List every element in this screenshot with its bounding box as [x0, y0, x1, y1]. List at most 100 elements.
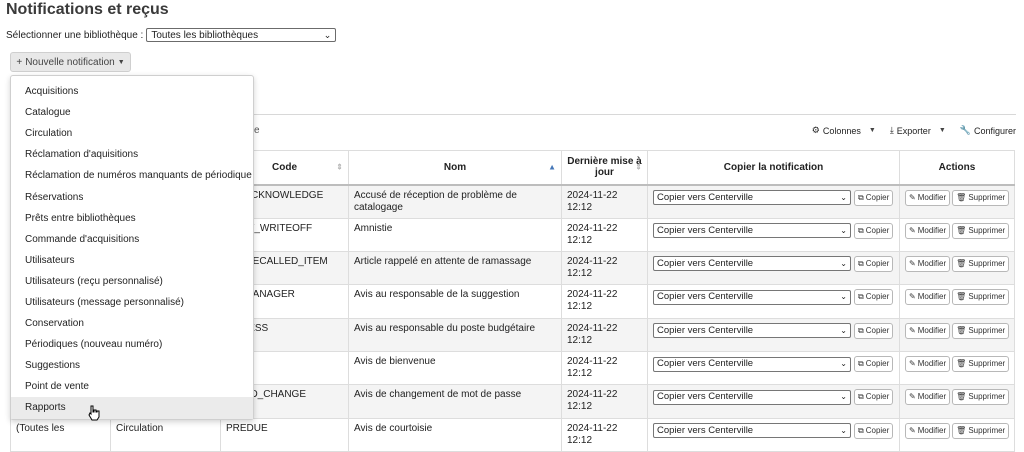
header-name-label: Nom — [443, 161, 467, 173]
delete-button[interactable]: 🗑 Supprimer — [952, 422, 1010, 439]
menu-item[interactable]: Conservation — [11, 313, 253, 334]
delete-button[interactable]: 🗑 Supprimer — [952, 255, 1010, 272]
delete-button-label: Supprimer — [968, 292, 1006, 302]
header-copy-label: Copier la notification — [723, 161, 824, 173]
export-button[interactable]: ⤓ Exporter ▼ — [890, 125, 946, 136]
cell-actions: ✎ Modifier 🗑 Supprimer — [899, 317, 1015, 353]
columns-button[interactable]: ⚙ Colonnes ▼ — [812, 125, 876, 136]
copy-target-value: Copier vers Centerville — [657, 391, 754, 403]
menu-item[interactable]: Réservations — [11, 186, 253, 207]
pencil-icon: ✎ — [909, 292, 916, 302]
copy-icon: ⧉ — [858, 392, 864, 402]
edit-button[interactable]: ✎ Modifier — [905, 255, 951, 272]
chevron-down-icon: ⌄ — [840, 192, 847, 202]
menu-item[interactable]: Point de vente — [11, 376, 253, 397]
copy-target-select[interactable]: Copier vers Centerville ⌄ — [653, 356, 851, 372]
edit-button[interactable]: ✎ Modifier — [905, 289, 951, 306]
menu-item[interactable]: Circulation — [11, 123, 253, 144]
sort-ascending-icon: ▲ — [548, 162, 556, 172]
copy-button[interactable]: ⧉ Copier — [854, 389, 894, 406]
copy-target-select[interactable]: Copier vers Centerville ⌄ — [653, 323, 851, 339]
chevron-down-icon: ⌄ — [840, 325, 847, 335]
chevron-down-icon: ⌄ — [840, 359, 847, 369]
copy-button[interactable]: ⧉ Copier — [854, 289, 894, 306]
wrench-icon: 🔧 — [959, 125, 971, 135]
table-toolbar: ⚙ Colonnes ▼ ⤓ Exporter ▼ 🔧 Configurer — [812, 125, 1016, 136]
table-info-text: e — [254, 125, 260, 136]
cell-name: Amnistie — [348, 217, 562, 252]
copy-button[interactable]: ⧉ Copier — [854, 422, 894, 439]
menu-item[interactable]: Réclamation d'aquisitions — [11, 144, 253, 165]
cell-updated: 2024-11-22 12:12 — [561, 351, 648, 386]
trash-icon: 🗑 — [956, 325, 967, 335]
delete-button[interactable]: 🗑 Supprimer — [952, 189, 1010, 206]
edit-button[interactable]: ✎ Modifier — [905, 222, 951, 239]
download-icon: ⤓ — [889, 125, 894, 135]
copy-target-select[interactable]: Copier vers Centerville ⌄ — [653, 223, 851, 238]
configure-button[interactable]: 🔧 Configurer — [960, 125, 1016, 136]
copy-target-select[interactable]: Copier vers Centerville ⌄ — [653, 289, 851, 305]
hand-cursor-icon — [88, 405, 100, 421]
trash-icon: 🗑 — [956, 359, 967, 369]
edit-button-label: Modifier — [917, 425, 947, 435]
delete-button-label: Supprimer — [968, 425, 1006, 435]
copy-button[interactable]: ⧉ Copier — [854, 255, 894, 272]
cell-name: Avis au responsable du poste budgétaire — [348, 317, 562, 353]
trash-icon: 🗑 — [956, 425, 967, 435]
trash-icon: 🗑 — [956, 392, 967, 402]
delete-button[interactable]: 🗑 Supprimer — [952, 222, 1010, 239]
copy-target-select[interactable]: Copier vers Centerville ⌄ — [653, 423, 851, 439]
chevron-down-icon: ⌄ — [840, 258, 847, 268]
menu-item[interactable]: Périodiques (nouveau numéro) — [11, 334, 253, 355]
library-select[interactable]: Toutes les bibliothèques ⌄ — [146, 28, 337, 42]
library-filter: Sélectionner une bibliothèque : Toutes l… — [6, 28, 337, 42]
edit-button[interactable]: ✎ Modifier — [905, 422, 951, 439]
sort-icon: ⇕ — [336, 162, 343, 172]
menu-item[interactable]: Utilisateurs — [11, 250, 253, 271]
export-label: Exporter — [896, 125, 931, 136]
cell-copy: Copier vers Centerville ⌄ ⧉ Copier — [647, 250, 900, 286]
copy-button[interactable]: ⧉ Copier — [854, 189, 894, 206]
copy-target-select[interactable]: Copier vers Centerville ⌄ — [653, 389, 851, 405]
copy-target-value: Copier vers Centerville — [657, 358, 754, 370]
pencil-icon: ✎ — [909, 258, 916, 268]
header-updated[interactable]: Dernière mise à jour ⇕ — [561, 150, 648, 186]
cell-name: Avis au responsable de la suggestion — [348, 284, 562, 319]
menu-item[interactable]: Réclamation de numéros manquants de péri… — [11, 165, 253, 186]
edit-button[interactable]: ✎ Modifier — [905, 389, 951, 406]
copy-button[interactable]: ⧉ Copier — [854, 356, 894, 373]
menu-item[interactable]: Commande d'acquisitions — [11, 229, 253, 250]
menu-item[interactable]: Rapports — [11, 397, 253, 419]
edit-button-label: Modifier — [917, 359, 947, 369]
menu-item[interactable]: Suggestions — [11, 355, 253, 376]
cell-actions: ✎ Modifier 🗑 Supprimer — [899, 384, 1015, 419]
delete-button[interactable]: 🗑 Supprimer — [952, 289, 1010, 306]
cell-module: Circulation — [110, 417, 221, 452]
copy-target-value: Copier vers Centerville — [657, 324, 754, 336]
delete-button[interactable]: 🗑 Supprimer — [952, 389, 1010, 406]
edit-button[interactable]: ✎ Modifier — [905, 322, 951, 339]
menu-item[interactable]: Catalogue — [11, 102, 253, 123]
menu-item[interactable]: Utilisateurs (reçu personnalisé) — [11, 271, 253, 292]
delete-button[interactable]: 🗑 Supprimer — [952, 356, 1010, 373]
copy-button[interactable]: ⧉ Copier — [854, 222, 894, 239]
header-name[interactable]: Nom ▲ — [348, 150, 562, 186]
edit-button[interactable]: ✎ Modifier — [905, 189, 951, 206]
copy-target-value: Copier vers Centerville — [657, 191, 754, 203]
new-notification-button[interactable]: + Nouvelle notification ▼ — [10, 52, 131, 72]
edit-button[interactable]: ✎ Modifier — [905, 356, 951, 373]
delete-button-label: Supprimer — [968, 359, 1006, 369]
copy-target-select[interactable]: Copier vers Centerville ⌄ — [653, 256, 851, 272]
cell-copy: Copier vers Centerville ⌄ ⧉ Copier — [647, 184, 900, 219]
copy-target-value: Copier vers Centerville — [657, 224, 754, 236]
copy-button[interactable]: ⧉ Copier — [854, 322, 894, 339]
menu-item[interactable]: Prêts entre bibliothèques — [11, 208, 253, 229]
menu-item[interactable]: Utilisateurs (message personnalisé) — [11, 292, 253, 313]
columns-label: Colonnes — [822, 125, 861, 136]
copy-target-select[interactable]: Copier vers Centerville ⌄ — [653, 190, 851, 205]
menu-item[interactable]: Acquisitions — [11, 81, 253, 102]
cell-updated: 2024-11-22 12:12 — [561, 250, 648, 286]
cell-copy: Copier vers Centerville ⌄ ⧉ Copier — [647, 351, 900, 386]
delete-button[interactable]: 🗑 Supprimer — [952, 322, 1010, 339]
cell-copy: Copier vers Centerville ⌄ ⧉ Copier — [647, 384, 900, 419]
